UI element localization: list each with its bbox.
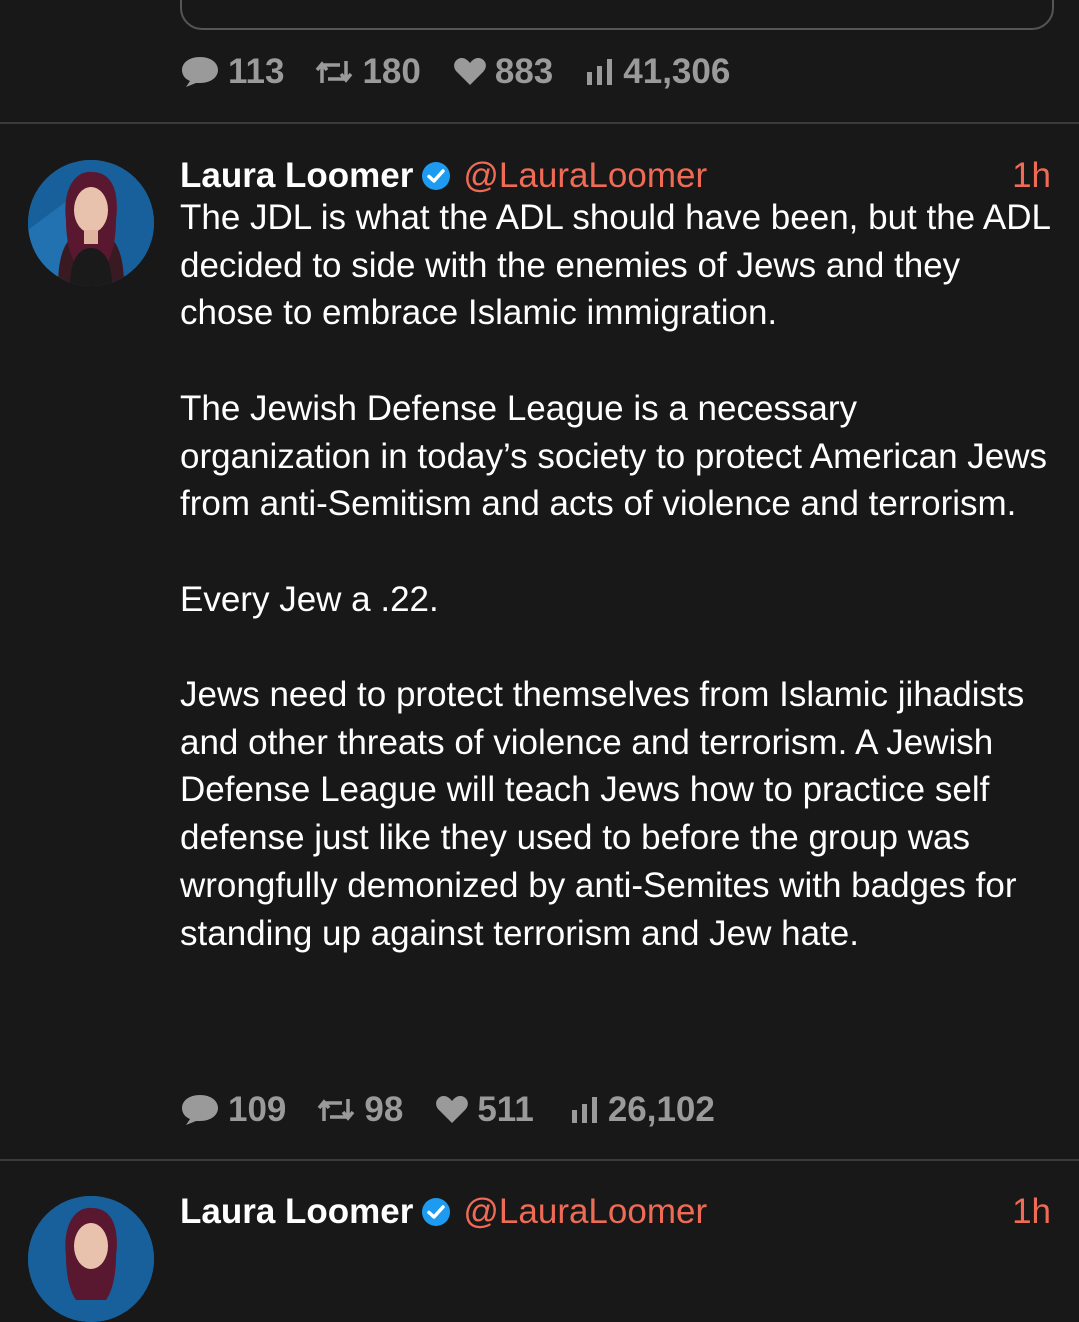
views-count: 41,306	[623, 52, 731, 91]
like-icon	[453, 57, 487, 87]
like-count: 511	[477, 1090, 534, 1129]
retweet-button[interactable]: 180	[314, 52, 421, 92]
divider	[0, 1159, 1079, 1161]
tweet-paragraph: Every Jew a .22.	[180, 579, 439, 619]
retweet-icon	[316, 1095, 356, 1125]
quoted-tweet-card[interactable]	[180, 0, 1054, 30]
like-icon	[435, 1095, 469, 1125]
timestamp[interactable]: 1h	[1012, 1190, 1051, 1234]
tweet-header: Laura Loomer @LauraLoomer 1h	[180, 1190, 1051, 1234]
reply-icon	[180, 1093, 220, 1127]
author-handle[interactable]: @LauraLoomer	[463, 154, 707, 198]
reply-count: 113	[228, 52, 285, 91]
author-name[interactable]: Laura Loomer	[180, 154, 413, 198]
views-button[interactable]: 41,306	[585, 52, 730, 92]
verified-badge-icon	[421, 1197, 451, 1227]
like-button[interactable]: 511	[435, 1090, 534, 1130]
author-handle[interactable]: @LauraLoomer	[463, 1190, 707, 1234]
tweet-text: The JDL is what the ADL should have been…	[180, 194, 1050, 957]
reply-count: 109	[228, 1090, 287, 1129]
avatar[interactable]	[28, 1196, 154, 1322]
timestamp[interactable]: 1h	[1012, 154, 1051, 198]
retweet-count: 180	[362, 52, 421, 91]
reply-button[interactable]: 113	[180, 52, 284, 92]
views-count: 26,102	[607, 1090, 715, 1129]
tweet-paragraph: The JDL is what the ADL should have been…	[180, 198, 1050, 333]
tweet-actions: 109 98 511 26,102	[180, 1090, 715, 1130]
like-count: 883	[494, 52, 554, 91]
retweet-button[interactable]: 98	[316, 1090, 403, 1130]
like-button[interactable]: 883	[453, 52, 553, 92]
views-icon	[585, 58, 615, 86]
retweet-icon	[314, 57, 354, 87]
divider	[0, 122, 1079, 124]
tweet-paragraph: The Jewish Defense League is a necessary…	[180, 388, 1048, 524]
avatar[interactable]	[28, 160, 154, 286]
views-icon	[570, 1096, 600, 1124]
previous-tweet-actions: 113 180 883 41,306	[180, 52, 730, 92]
retweet-count: 98	[364, 1090, 404, 1129]
reply-icon	[180, 55, 220, 89]
verified-badge-icon	[421, 161, 451, 191]
tweet-paragraph: Jews need to protect themselves from Isl…	[180, 674, 1025, 953]
tweet-header: Laura Loomer @LauraLoomer 1h	[180, 154, 1051, 198]
author-name[interactable]: Laura Loomer	[180, 1190, 413, 1234]
reply-button[interactable]: 109	[180, 1090, 286, 1130]
views-button[interactable]: 26,102	[570, 1090, 715, 1130]
